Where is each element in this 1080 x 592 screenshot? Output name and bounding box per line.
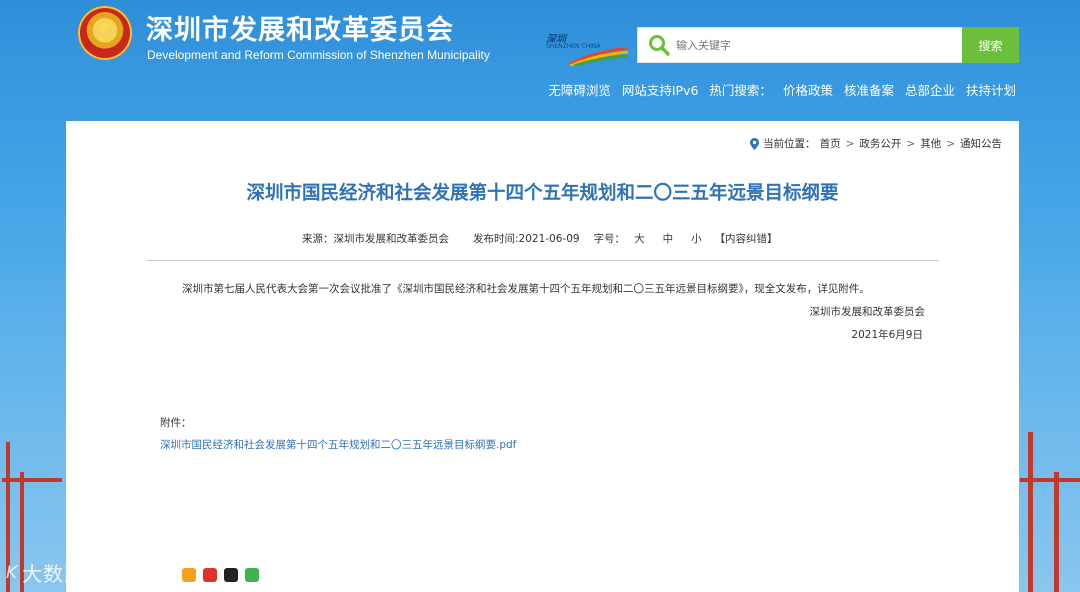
national-emblem-icon	[78, 6, 132, 60]
breadcrumb-gov-affairs[interactable]: 政务公开	[859, 136, 901, 151]
attachment-label: 附件：	[160, 417, 192, 429]
search-box: 搜索	[637, 27, 1019, 63]
background-harbor-right	[1010, 432, 1080, 592]
divider	[146, 260, 939, 261]
signature-org: 深圳市发展和改革委员会	[809, 306, 926, 318]
breadcrumb-prefix: 当前位置：	[763, 138, 816, 150]
site-header: 深圳市发展和改革委员会 Development and Reform Commi…	[0, 0, 1080, 120]
article-source: 来源：深圳市发展和改革委员会	[302, 233, 449, 245]
breadcrumb-separator: >	[845, 137, 855, 150]
breadcrumb: 当前位置： 首页 > 政务公开 > 其他 > 通知公告	[750, 136, 1002, 151]
font-size-label: 字号：	[593, 233, 626, 245]
breadcrumb-notices[interactable]: 通知公告	[960, 136, 1002, 151]
article-publish-time: 发布时间:2021-06-09	[473, 233, 580, 245]
article-title: 深圳市国民经济和社会发展第十四个五年规划和二〇三五年远景目标纲要	[246, 183, 839, 204]
font-size-medium-button[interactable]: 中	[663, 231, 674, 246]
logo-stripes-icon	[570, 48, 628, 66]
content-correction-link[interactable]: 【内容纠错】	[715, 231, 778, 246]
content-panel: 当前位置： 首页 > 政务公开 > 其他 > 通知公告 深圳市国民经济和社会发展…	[66, 121, 1019, 592]
watermark: K 大数跨境	[6, 558, 106, 587]
link-approval-filing[interactable]: 核准备案	[844, 80, 894, 99]
font-size-small-button[interactable]: 小	[691, 231, 702, 246]
site-subtitle: Development and Reform Commission of She…	[147, 48, 490, 62]
link-support-plan[interactable]: 扶持计划	[966, 80, 1016, 99]
breadcrumb-other[interactable]: 其他	[920, 136, 941, 151]
article-meta: 来源：深圳市发展和改革委员会 发布时间:2021-06-09 字号： 大 中 小…	[302, 231, 778, 246]
share-qq-icon[interactable]	[224, 568, 238, 582]
location-pin-icon	[750, 137, 760, 150]
site-title[interactable]: 深圳市发展和改革委员会	[146, 8, 454, 47]
link-accessibility[interactable]: 无障碍浏览	[548, 80, 611, 99]
shenzhen-logo: 深圳 SHENZHEN CHINA	[546, 30, 628, 70]
share-weibo-icon[interactable]	[203, 568, 217, 582]
watermark-logo-icon: K	[6, 562, 19, 583]
search-input[interactable]	[676, 28, 962, 62]
link-headquarters[interactable]: 总部企业	[905, 80, 955, 99]
share-bar	[182, 568, 259, 582]
search-icon	[649, 35, 670, 56]
watermark-text: 大数跨境	[22, 562, 107, 586]
link-ipv6[interactable]: 网站支持IPv6	[622, 80, 699, 99]
share-qzone-icon[interactable]	[182, 568, 196, 582]
hot-search-label: 热门搜索：	[709, 83, 772, 98]
font-size-large-button[interactable]: 大	[634, 231, 645, 246]
breadcrumb-home[interactable]: 首页	[820, 136, 841, 151]
attachment-link[interactable]: 深圳市国民经济和社会发展第十四个五年规划和二〇三五年远景目标纲要.pdf	[160, 437, 516, 452]
top-links: 无障碍浏览 网站支持IPv6 热门搜索： 价格政策 核准备案 总部企业 扶持计划	[548, 80, 1016, 99]
article-body: 深圳市第七届人民代表大会第一次会议批准了《深圳市国民经济和社会发展第十四个五年规…	[182, 283, 870, 295]
breadcrumb-separator: >	[946, 137, 955, 150]
share-wechat-icon[interactable]	[245, 568, 259, 582]
signature-date: 2021年6月9日	[851, 329, 923, 341]
link-price-policy[interactable]: 价格政策	[783, 80, 833, 99]
breadcrumb-separator: >	[906, 137, 916, 150]
search-button[interactable]: 搜索	[962, 27, 1019, 63]
